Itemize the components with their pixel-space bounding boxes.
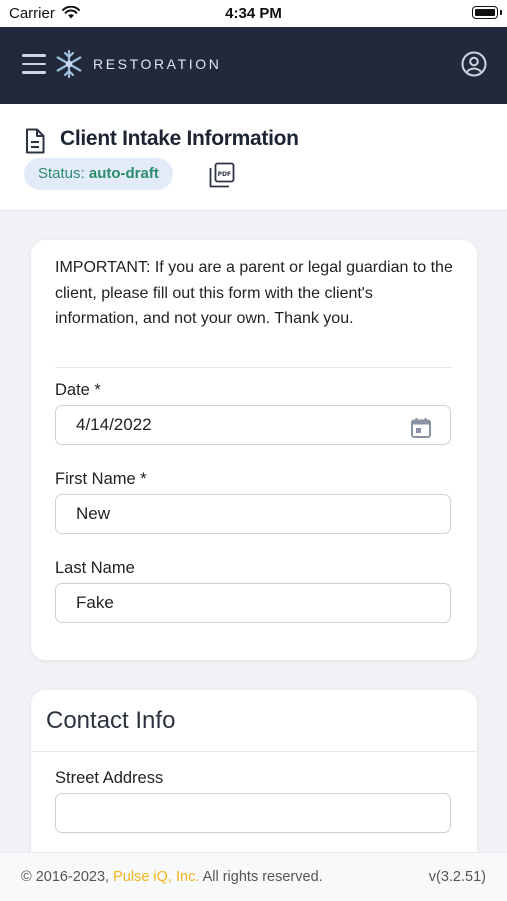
copyright-years: © 2016-2023, [21, 869, 114, 885]
last-name-field[interactable]: Fake [55, 583, 451, 623]
status-bar: Carrier 4:34 PM [0, 0, 507, 27]
company-link[interactable]: Pulse iQ, Inc. [113, 869, 199, 885]
battery-icon [472, 6, 502, 19]
app-version: v(3.2.51) [428, 869, 486, 885]
date-label: Date * [55, 381, 101, 399]
last-name-value: Fake [76, 593, 114, 612]
document-icon [24, 128, 46, 159]
status-badge: Status: auto-draft [24, 158, 173, 190]
svg-text:PDF: PDF [218, 171, 231, 178]
pdf-export-icon[interactable]: PDF [209, 162, 235, 193]
divider [55, 367, 453, 368]
page-title: Client Intake Information [60, 127, 299, 150]
calendar-icon[interactable] [410, 415, 432, 453]
street-address-label: Street Address [55, 769, 164, 787]
date-value: 4/14/2022 [76, 415, 152, 434]
rights-text: All rights reserved. [199, 869, 323, 885]
clock: 4:34 PM [225, 5, 282, 22]
divider [31, 751, 477, 752]
first-name-label: First Name * [55, 470, 147, 488]
date-field[interactable]: 4/14/2022 [55, 405, 451, 445]
hamburger-menu-icon[interactable] [22, 54, 46, 74]
last-name-label: Last Name [55, 559, 135, 577]
brand-name: RESTORATION [93, 56, 222, 72]
status-value: auto-draft [88, 165, 159, 182]
copyright-text: © 2016-2023, Pulse iQ, Inc. All rights r… [21, 853, 323, 901]
profile-icon[interactable] [461, 51, 487, 82]
contact-info-heading: Contact Info [46, 707, 176, 734]
status-prefix: Status: [38, 165, 89, 182]
top-navbar: RESTORATION [0, 27, 507, 104]
first-name-value: New [76, 504, 111, 523]
snowflake-logo-icon [53, 48, 85, 85]
footer: © 2016-2023, Pulse iQ, Inc. All rights r… [0, 852, 507, 901]
street-address-field[interactable] [55, 793, 451, 833]
intake-card: IMPORTANT: If you are a parent or legal … [31, 240, 477, 660]
first-name-field[interactable]: New [55, 494, 451, 534]
page-header: Client Intake Information Status: auto-d… [0, 104, 507, 211]
important-notice: IMPORTANT: If you are a parent or legal … [55, 259, 453, 327]
